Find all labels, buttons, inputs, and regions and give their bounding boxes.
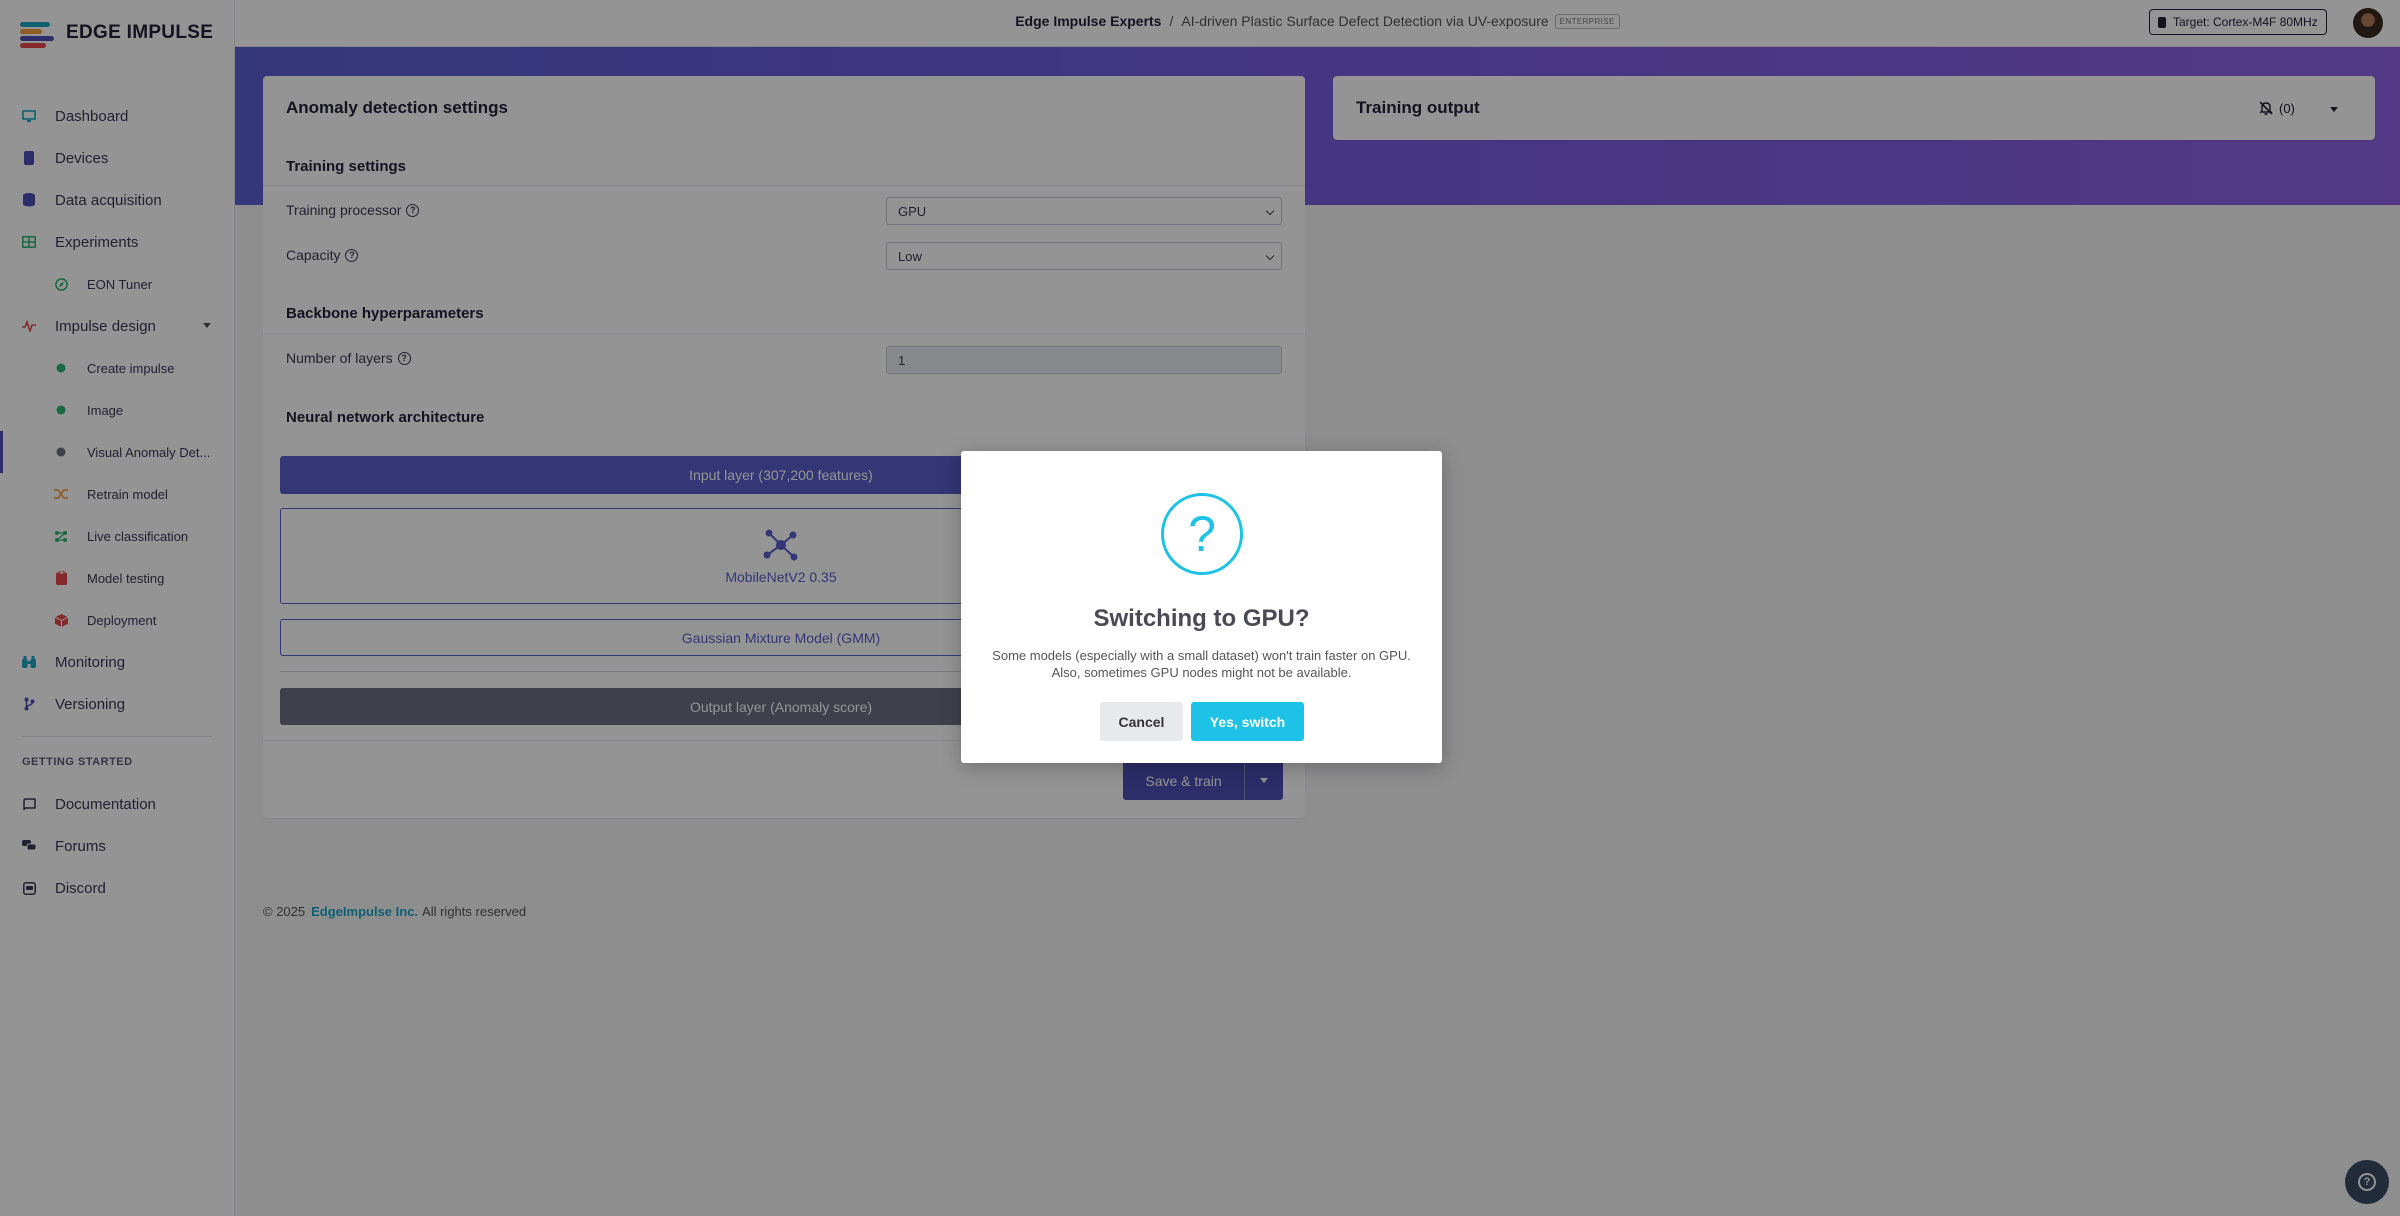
- switch-gpu-dialog: ? Switching to GPU? Some models (especia…: [961, 451, 1442, 763]
- dialog-title: Switching to GPU?: [1093, 605, 1310, 632]
- yes-switch-button[interactable]: Yes, switch: [1191, 702, 1304, 741]
- dialog-message: Some models (especially with a small dat…: [981, 647, 1422, 681]
- question-circle-icon: ?: [1161, 493, 1243, 575]
- cancel-button[interactable]: Cancel: [1100, 702, 1183, 741]
- dialog-message-line: Some models (especially with a small dat…: [992, 648, 1411, 663]
- dialog-message-line: Also, sometimes GPU nodes might not be a…: [1051, 665, 1352, 680]
